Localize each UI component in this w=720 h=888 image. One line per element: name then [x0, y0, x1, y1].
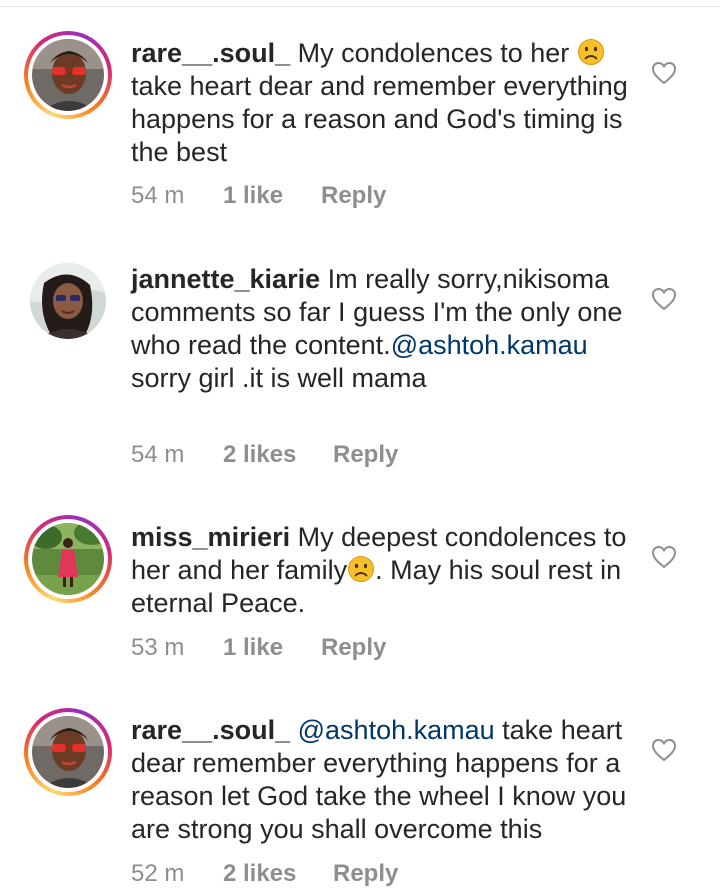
- reply-button[interactable]: Reply: [333, 860, 398, 888]
- heart-outline-icon[interactable]: [651, 545, 677, 569]
- reply-button[interactable]: Reply: [321, 634, 386, 662]
- avatar[interactable]: [32, 716, 104, 788]
- comment-text: rare__.soul_ @ashtoh.kamau take heart de…: [131, 714, 631, 846]
- story-ring[interactable]: [24, 708, 112, 796]
- reply-button[interactable]: Reply: [333, 441, 398, 469]
- story-ring[interactable]: [24, 515, 112, 603]
- reply-button[interactable]: Reply: [321, 182, 386, 210]
- top-divider: [0, 6, 720, 7]
- story-ring[interactable]: [24, 31, 112, 119]
- likes-count[interactable]: 1 like: [223, 182, 283, 210]
- comment-body: take heart dear and remember everything …: [131, 71, 628, 167]
- comment-mention[interactable]: @ashtoh.kamau: [298, 715, 495, 745]
- comment-text: rare__.soul_ My condolences to her take …: [131, 37, 631, 169]
- comment-timestamp: 54 m: [131, 441, 185, 468]
- comment-text: jannette_kiarie Im really sorry,nikisoma…: [131, 263, 631, 395]
- heart-outline-icon[interactable]: [651, 287, 677, 311]
- likes-count[interactable]: 2 likes: [223, 860, 296, 888]
- comment-text: miss_mirieri My deepest condolences to h…: [131, 521, 631, 620]
- comment-username[interactable]: rare__.soul_: [131, 715, 290, 745]
- comment-username[interactable]: miss_mirieri: [131, 522, 290, 552]
- heart-outline-icon[interactable]: [651, 738, 677, 762]
- comment-timestamp: 53 m: [131, 634, 185, 661]
- comment-timestamp: 52 m: [131, 860, 185, 887]
- comment-body: My condolences to her: [297, 38, 570, 68]
- comment-body: sorry girl .it is well mama: [131, 363, 427, 393]
- frowning-face-emoji-icon: [577, 38, 605, 66]
- avatar[interactable]: [30, 263, 106, 339]
- avatar[interactable]: [32, 523, 104, 595]
- avatar[interactable]: [32, 39, 104, 111]
- avatar-frame[interactable]: [24, 257, 112, 345]
- comment-mention[interactable]: @ashtoh.kamau: [391, 330, 588, 360]
- comment-username[interactable]: rare__.soul_: [131, 38, 290, 68]
- comment-timestamp: 54 m: [131, 182, 185, 209]
- frowning-face-emoji-icon: [347, 555, 375, 583]
- heart-outline-icon[interactable]: [651, 61, 677, 85]
- likes-count[interactable]: 2 likes: [223, 441, 296, 469]
- comment-username[interactable]: jannette_kiarie: [131, 264, 320, 294]
- likes-count[interactable]: 1 like: [223, 634, 283, 662]
